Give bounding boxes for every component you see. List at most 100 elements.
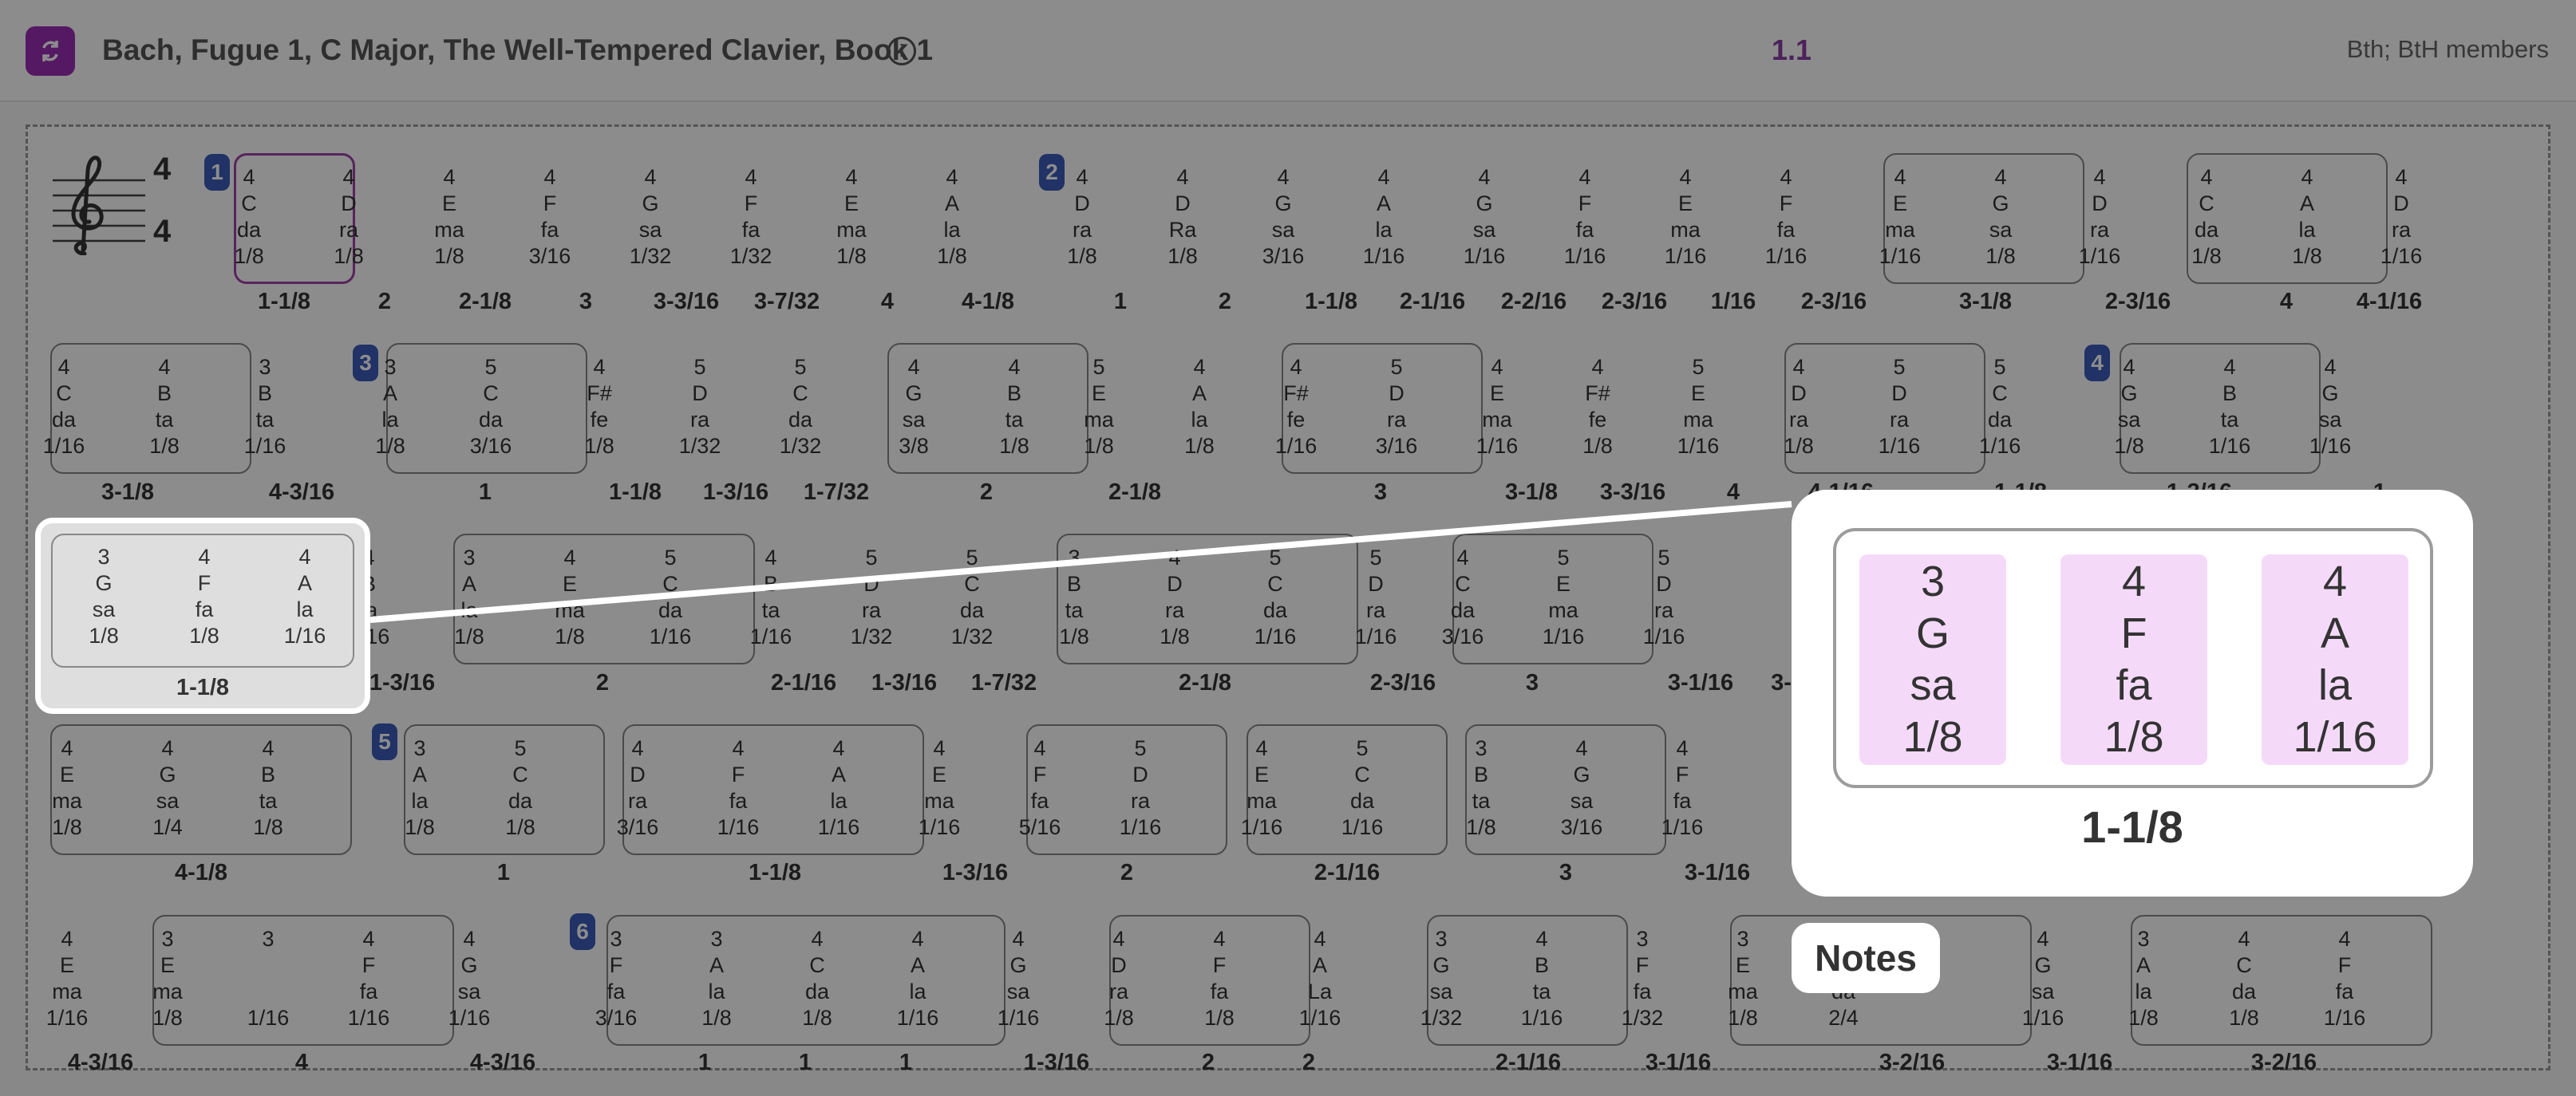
note-cell[interactable]: 4 Cda 1/8: [2171, 164, 2242, 270]
note-solfege: ta: [259, 789, 278, 813]
note-cell[interactable]: 4 Ema 1/8: [534, 545, 606, 650]
note-cell[interactable]: 4 Ffa 1/16: [2309, 926, 2380, 1031]
note-cell[interactable]: 4 Ala 1/8: [1164, 354, 1235, 459]
note-cell[interactable]: 4 Bta 1/8: [232, 735, 304, 841]
note-cell[interactable]: 4Ffa 1/8: [1183, 926, 1255, 1031]
note-cell[interactable]: 5 Cda 1/16: [1326, 735, 1398, 841]
note-cell[interactable]: 4 Gsa 1/32: [614, 164, 686, 270]
note-cell[interactable]: 3 Ema 1/8: [132, 926, 203, 1031]
note-cell[interactable]: 4 Gsa 1/16: [1448, 164, 1520, 270]
note-cell[interactable]: 4 Ffa 1/16: [1549, 164, 1621, 270]
note-cell[interactable]: 3 Ala 1/8: [2108, 926, 2179, 1031]
selected-note-cell[interactable]: 4 Ala 1/16: [269, 544, 341, 649]
note-cell[interactable]: 3 Gsa 1/32: [1405, 926, 1477, 1031]
note-cell[interactable]: 4 Cda 1/16: [28, 354, 100, 459]
note-cell[interactable]: 4 Dra 1/8: [1083, 926, 1155, 1031]
zoom-note-cell: 3 Gsa 1/8: [1859, 554, 2006, 765]
note-cell[interactable]: 4 Ffa 1/16: [333, 926, 405, 1031]
note-cell[interactable]: 3 1/16: [232, 926, 304, 1031]
info-icon[interactable]: i: [887, 37, 916, 65]
note-cell[interactable]: 4Ala1/16: [1348, 164, 1420, 270]
note-cell[interactable]: 4 Bta 1/8: [978, 354, 1050, 459]
note-cell[interactable]: 4 Ema 1/8: [816, 164, 887, 270]
note-cell[interactable]: 5 Cda 1/32: [936, 545, 1008, 650]
note-cell[interactable]: 4 Ema 1/16: [31, 926, 103, 1031]
note-cell[interactable]: 4 Gsa 1/16: [2294, 354, 2366, 459]
note-cell[interactable]: 4 D Ra 1/8: [1147, 164, 1219, 270]
note-solfege: ra: [861, 598, 881, 622]
note-cell[interactable]: 4 Cda 1/8: [2208, 926, 2280, 1031]
note-cell[interactable]: 4 Gsa 1/16: [2007, 926, 2079, 1031]
note-cell[interactable]: 4Bta1/16: [2194, 354, 2266, 459]
note-octave: 5: [1269, 546, 1282, 570]
note-cell[interactable]: 4 Ema 1/16: [1461, 354, 1533, 459]
note-cell[interactable]: 3 Ffa 1/32: [1606, 926, 1678, 1031]
note-cell[interactable]: 4 Gsa 1/16: [982, 926, 1054, 1031]
note-cell[interactable]: 4 Ema 1/8: [413, 164, 485, 270]
note-cell[interactable]: 4 Ema 1/16: [1650, 164, 1721, 270]
note-cell[interactable]: 3 Bta 1/8: [1038, 545, 1110, 650]
note-cell[interactable]: 5 Dra 1/32: [664, 354, 736, 459]
note-cell[interactable]: 5 Ema 1/16: [1527, 545, 1599, 650]
note-cell[interactable]: 5 Cda 1/16: [634, 545, 706, 650]
note-cell[interactable]: 4 Dra 1/8: [1763, 354, 1835, 459]
note-cell[interactable]: 4 F# fe 1/8: [1562, 354, 1634, 459]
note-cell[interactable]: 4 Ema 1/16: [1226, 735, 1298, 841]
note-cell[interactable]: 4Ala1/16: [882, 926, 954, 1031]
note-cell[interactable]: 3 Ala 1/8: [433, 545, 505, 650]
note-cell[interactable]: 4 Dra 1/8: [1139, 545, 1211, 650]
note-cell[interactable]: 4 Cda 3/16: [1427, 545, 1499, 650]
note-cell[interactable]: 3 Ala 1/8: [681, 926, 753, 1031]
note-cell[interactable]: 4 Dra 3/16: [602, 735, 674, 841]
note-cell[interactable]: 4 Dra 1/16: [2064, 164, 2135, 270]
note-cell[interactable]: 4Ala1/16: [803, 735, 875, 841]
note-solfege: fa: [1633, 980, 1652, 1003]
note-cell[interactable]: 5 Dra 3/16: [1361, 354, 1432, 459]
note-cell[interactable]: 4 Dra 1/8: [313, 164, 385, 270]
note-cell[interactable]: 4 Ffa 5/16: [1004, 735, 1076, 841]
note-cell[interactable]: 4 Ffa 3/16: [514, 164, 586, 270]
note-cell[interactable]: 5 Ema 1/8: [1063, 354, 1135, 459]
note-cell[interactable]: 4 Ala 1/8: [2271, 164, 2343, 270]
note-cell[interactable]: 4 Ffa 1/16: [1750, 164, 1822, 270]
note-cell[interactable]: 4 Ema 1/16: [1864, 164, 1936, 270]
note-cell[interactable]: 4 Gsa 3/16: [1546, 735, 1618, 841]
note-cell[interactable]: 4 Gsa 3/8: [878, 354, 950, 459]
note-cell[interactable]: 5 Cda 1/16: [1964, 354, 2036, 459]
note-cell[interactable]: 4 Cda 1/8: [781, 926, 853, 1031]
note-cell[interactable]: 4 Gsa 3/16: [1247, 164, 1319, 270]
note-cell[interactable]: 4 Ffa 1/16: [702, 735, 774, 841]
note-cell[interactable]: 5 Cda 3/16: [455, 354, 527, 459]
selected-note-cell[interactable]: 3 Gsa 1/8: [68, 544, 140, 649]
note-cell[interactable]: 5 Dra 1/16: [1340, 545, 1412, 650]
note-cell[interactable]: 4 A La 1/16: [1284, 926, 1356, 1031]
note-cell[interactable]: 5 Cda 1/32: [765, 354, 836, 459]
refresh-icon[interactable]: [26, 26, 75, 76]
note-cell[interactable]: 4Bta1/16: [1506, 926, 1578, 1031]
note-cell[interactable]: 4 Dra 1/16: [2365, 164, 2437, 270]
note-cell[interactable]: 4 Ffa 1/16: [1646, 735, 1718, 841]
note-cell[interactable]: 4 Bta 1/8: [128, 354, 200, 459]
note-cell[interactable]: 5 Dra 1/16: [1863, 354, 1935, 459]
note-cell[interactable]: 4 Ema 1/16: [903, 735, 975, 841]
note-cell[interactable]: 5 Dra 1/16: [1628, 545, 1700, 650]
note-cell[interactable]: 5 Cda 1/16: [1239, 545, 1311, 650]
note-cell[interactable]: 4 F# fe 1/8: [563, 354, 635, 459]
note-cell[interactable]: 5 Cda 1/8: [484, 735, 556, 841]
note-cell[interactable]: 5 Ema 1/16: [1662, 354, 1734, 459]
note-cell[interactable]: 3 Ema 1/8: [1707, 926, 1779, 1031]
note-cell[interactable]: 4 Ema 1/8: [31, 735, 103, 841]
note-cell[interactable]: 4 Ala 1/8: [916, 164, 988, 270]
note-cell[interactable]: 5 Dra 1/16: [1104, 735, 1176, 841]
note-cell[interactable]: 4 Gsa 1/8: [1965, 164, 2037, 270]
selected-note-group[interactable]: 3 Gsa 1/8 4 Ffa 1/8 4 Ala 1/16 1-1/8: [35, 518, 370, 714]
note-cell[interactable]: 4 Gsa 1/4: [132, 735, 203, 841]
note-cell[interactable]: 3 Bta 1/8: [1445, 735, 1517, 841]
note-cell[interactable]: 4 Ffa 1/32: [715, 164, 787, 270]
note-cell[interactable]: 4 Gsa 1/16: [433, 926, 505, 1031]
note-cell[interactable]: 5 Dra 1/32: [836, 545, 907, 650]
note-cell[interactable]: 4 F# fe 1/16: [1260, 354, 1332, 459]
note-cell[interactable]: 4Bta1/16: [735, 545, 807, 650]
note-cell[interactable]: 3 Bta 1/16: [229, 354, 301, 459]
selected-note-cell[interactable]: 4 Ffa 1/8: [168, 544, 240, 649]
